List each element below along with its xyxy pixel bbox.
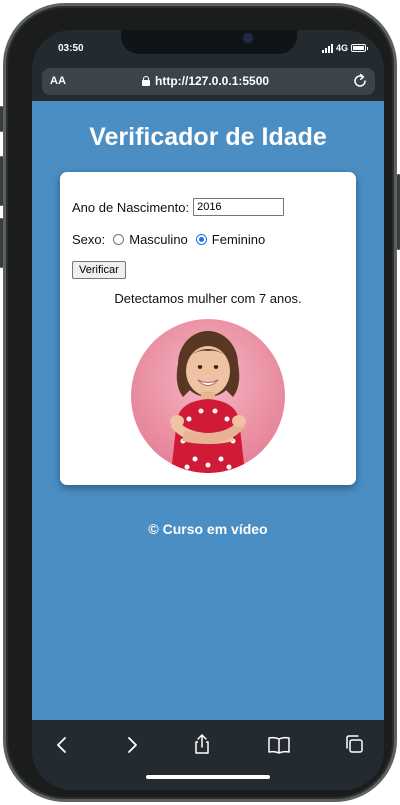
silent-switch	[0, 106, 3, 132]
sex-row: Sexo: Masculino Feminino	[72, 232, 265, 247]
address-bar[interactable]: AA http://127.0.0.1:5500	[42, 68, 375, 95]
girl-photo-illustration	[131, 319, 285, 473]
radio-female-label: Feminino	[211, 232, 266, 247]
radio-option-male[interactable]: Masculino	[105, 232, 188, 247]
footer-credit: © Curso em vídeo	[148, 521, 268, 537]
radio-female[interactable]	[195, 234, 207, 245]
web-page: Verificador de Idade Ano de Nascimento: …	[32, 101, 384, 720]
home-indicator	[146, 775, 270, 779]
phone-frame: 03:50 4G AA http://127.0.0.1:5500 Verifi…	[0, 3, 400, 802]
bookmarks-icon[interactable]	[266, 732, 292, 758]
status-time: 03:50	[58, 43, 84, 54]
url-display[interactable]: http://127.0.0.1:5500	[142, 74, 269, 88]
reload-icon[interactable]	[351, 72, 369, 95]
share-icon[interactable]	[189, 732, 215, 758]
radio-male-label: Masculino	[129, 232, 188, 247]
camera-icon	[244, 34, 252, 42]
network-type: 4G	[335, 43, 348, 53]
radio-male[interactable]	[113, 234, 125, 245]
lock-icon	[142, 76, 150, 86]
radio-option-female[interactable]: Feminino	[188, 232, 265, 247]
back-icon[interactable]	[49, 732, 75, 758]
signal-icon	[321, 43, 333, 53]
status-bar: 03:50 4G	[32, 30, 384, 66]
volume-down-button	[0, 218, 3, 268]
birth-year-row: Ano de Nascimento:	[72, 198, 285, 216]
tabs-icon[interactable]	[342, 732, 368, 758]
volume-up-button	[0, 156, 3, 206]
birth-year-input[interactable]	[193, 198, 285, 216]
birth-year-label: Ano de Nascimento:	[72, 199, 190, 215]
text-size-button[interactable]: AA	[50, 75, 66, 87]
screen: 03:50 4G AA http://127.0.0.1:5500 Verifi…	[32, 30, 384, 790]
notch	[121, 30, 297, 54]
forward-icon[interactable]	[119, 732, 145, 758]
browser-toolbar	[32, 720, 384, 790]
battery-icon	[351, 44, 368, 52]
sex-label: Sexo:	[72, 232, 106, 247]
page-title: Verificador de Idade	[89, 123, 327, 151]
result-photo	[131, 319, 285, 473]
verifier-card: Ano de Nascimento: Sexo: Masculino Femin…	[60, 172, 356, 485]
status-indicators: 4G	[321, 43, 368, 53]
verify-button[interactable]: Verificar	[72, 261, 126, 279]
result-text: Detectamos mulher com 7 anos.	[114, 291, 302, 306]
url-text: http://127.0.0.1:5500	[155, 74, 270, 88]
